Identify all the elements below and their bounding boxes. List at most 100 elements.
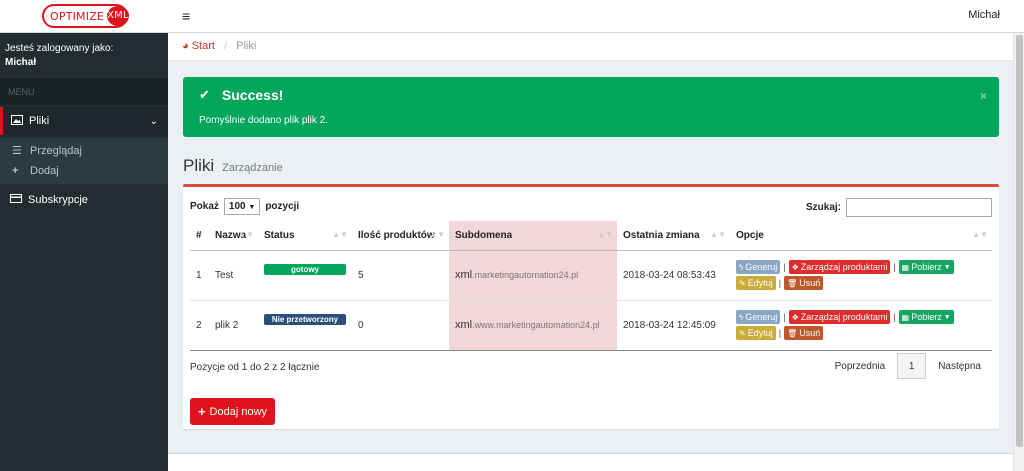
button-label: Pobierz (911, 262, 942, 272)
cell-options: ϟ Generuj | ❖ Zarządzaj produktami | ▦ Pobi… (730, 250, 992, 301)
cell-id: 1 (190, 250, 209, 301)
sidebar-item-subscriptions[interactable]: Subskrypcje (0, 186, 168, 214)
cell-options: ϟ Generuj | ❖ Zarządzaj produktami | ▦ Pobi… (730, 300, 992, 351)
sidebar-item-label: Subskrypcje (28, 194, 88, 206)
trash-icon: 🗑 (787, 328, 798, 338)
pagination-page-1[interactable]: 1 (897, 353, 927, 379)
files-submenu: ☰ Przeglądaj + Dodaj (0, 138, 168, 184)
table-row: 2 plik 2 Nie przetworzony 0 xml.www.mark… (190, 300, 992, 351)
breadcrumb: ◕ Start / Pliki (168, 33, 1024, 61)
plus-icon: + (12, 165, 19, 177)
page-heading: Pliki Zarządzanie (183, 156, 283, 176)
edit-button[interactable]: ✎ Edytuj (736, 276, 776, 290)
cell-changed: 2018-03-24 12:45:09 (617, 300, 730, 351)
sidebar-item-files[interactable]: Pliki ⌄ (0, 107, 168, 135)
button-label: Generuj (745, 262, 778, 272)
col-header-status[interactable]: Status ▲▼ (258, 221, 352, 251)
search-label: Szukaj: (805, 202, 841, 213)
delete-button[interactable]: 🗑 Usuń (784, 326, 824, 340)
button-label: Pobierz (911, 312, 942, 322)
manage-products-button[interactable]: ❖ Zarządzaj produktami (788, 260, 891, 274)
length-label: Pokaż (190, 201, 219, 212)
page-scrollbar[interactable] (1013, 33, 1024, 471)
cubes-icon: ❖ (791, 262, 799, 272)
sort-icon: ▲▼ (238, 230, 254, 239)
separator: | (893, 312, 896, 322)
brand-logo-text: OPTIMIZE (50, 9, 105, 23)
table-header-row: # Nazwa ▲▼ Status ▲▼ Ilość produktów ▲▼ Sub… (190, 221, 992, 251)
col-header-options[interactable]: Opcje ▲▼ (730, 221, 992, 251)
search-input[interactable] (846, 198, 992, 217)
table-info: Pozycje od 1 do 2 z 2 łącznie (190, 362, 320, 373)
col-header-label: Subdomena (455, 229, 513, 241)
add-new-button[interactable]: + Dodaj nowy (190, 398, 275, 425)
cell-subdomain: xml.marketingautomation24.pl (449, 250, 617, 301)
image-icon (11, 114, 29, 128)
delete-button[interactable]: 🗑 Usuń (784, 276, 824, 290)
scrollbar-thumb[interactable] (1016, 35, 1023, 447)
status-badge: gotowy (264, 263, 346, 275)
sidebar-item-browse[interactable]: ☰ Przeglądaj (12, 144, 82, 158)
status-badge: Nie przetworzony (264, 313, 346, 325)
menu-header: MENU (0, 79, 168, 105)
breadcrumb-current: Pliki (236, 40, 257, 52)
pagination-next[interactable]: Następna (938, 361, 981, 372)
logged-in-label: Jesteś zalogowany jako: (5, 43, 114, 54)
sidebar-toggle-icon[interactable]: ≡ (182, 8, 190, 24)
separator: | (783, 312, 786, 322)
cell-subdomain: xml.www.marketingautomation24.pl (449, 300, 617, 351)
sidebar-item-label: Przeglądaj (30, 144, 82, 157)
edit-button[interactable]: ✎ Edytuj (736, 326, 776, 340)
col-header-changed[interactable]: Ostatnia zmiana ▲▼ (617, 221, 730, 251)
col-header-label: Status (264, 229, 295, 241)
files-box: Pokaż 100 ▼ pozycji Szukaj: # Nazwa ▲▼ St… (183, 184, 999, 429)
sort-icon: ▲▼ (597, 230, 613, 239)
cell-id: 2 (190, 300, 209, 351)
subdomain-prefix: xml (455, 319, 473, 331)
button-label: Zarządzaj produktami (800, 312, 888, 322)
page-length-value: 100 (228, 201, 246, 212)
page-title: Pliki (183, 156, 215, 175)
col-header-id[interactable]: # (190, 221, 209, 251)
close-icon[interactable]: × (980, 89, 987, 103)
button-label: Usuń (799, 278, 821, 288)
sort-icon: ▲▼ (332, 230, 348, 239)
sidebar: Jesteś zalogowany jako: Michał MENU Plik… (0, 33, 168, 471)
subdomain-domain: .www.marketingautomation24.pl (472, 320, 600, 330)
generate-button[interactable]: ϟ Generuj (736, 260, 781, 274)
cell-name: plik 2 (209, 300, 258, 351)
files-table: # Nazwa ▲▼ Status ▲▼ Ilość produktów ▲▼ Sub… (190, 221, 992, 351)
user-menu[interactable]: Michał (968, 9, 1000, 21)
bolt-icon: ϟ (739, 262, 744, 272)
breadcrumb-home[interactable]: ◕ Start (182, 40, 215, 52)
col-header-subdomain[interactable]: Subdomena ▲▼ (449, 221, 617, 251)
search-control: Szukaj: (806, 198, 992, 217)
separator: | (778, 328, 782, 338)
page-length-select[interactable]: 100 ▼ (223, 198, 261, 215)
col-header-products[interactable]: Ilość produktów ▲▼ (352, 221, 449, 251)
dashboard-icon: ◕ (182, 40, 189, 52)
manage-products-button[interactable]: ❖ Zarządzaj produktami (788, 310, 891, 324)
button-label: Edytuj (747, 328, 773, 338)
table-row: 1 Test gotowy 5 xml.marketingautomation2… (190, 250, 992, 301)
footer (168, 453, 1013, 471)
col-header-label: # (196, 229, 202, 241)
col-header-label: Ostatnia zmiana (623, 229, 700, 241)
sidebar-item-add[interactable]: + Dodaj (12, 165, 59, 177)
brand-logo[interactable]: OPTIMIZE XML (42, 4, 129, 28)
generate-button[interactable]: ϟ Generuj (736, 310, 781, 324)
page-subtitle: Zarządzanie (222, 162, 283, 174)
cell-changed: 2018-03-24 08:53:43 (617, 250, 730, 301)
logged-in-user: Michał (5, 57, 37, 68)
download-dropdown-button[interactable]: ▦ Pobierz ▼ (898, 260, 954, 274)
list-icon: ☰ (12, 145, 22, 157)
credit-card-icon (10, 194, 28, 206)
cell-status: Nie przetworzony (258, 300, 352, 351)
button-label: Edytuj (747, 278, 773, 288)
col-header-name[interactable]: Nazwa ▲▼ (209, 221, 258, 251)
download-dropdown-button[interactable]: ▦ Pobierz ▼ (898, 310, 954, 324)
cubes-icon: ❖ (791, 312, 799, 322)
button-label: Generuj (745, 312, 778, 322)
pagination-prev[interactable]: Poprzednia (835, 361, 886, 372)
cell-status: gotowy (258, 250, 352, 301)
